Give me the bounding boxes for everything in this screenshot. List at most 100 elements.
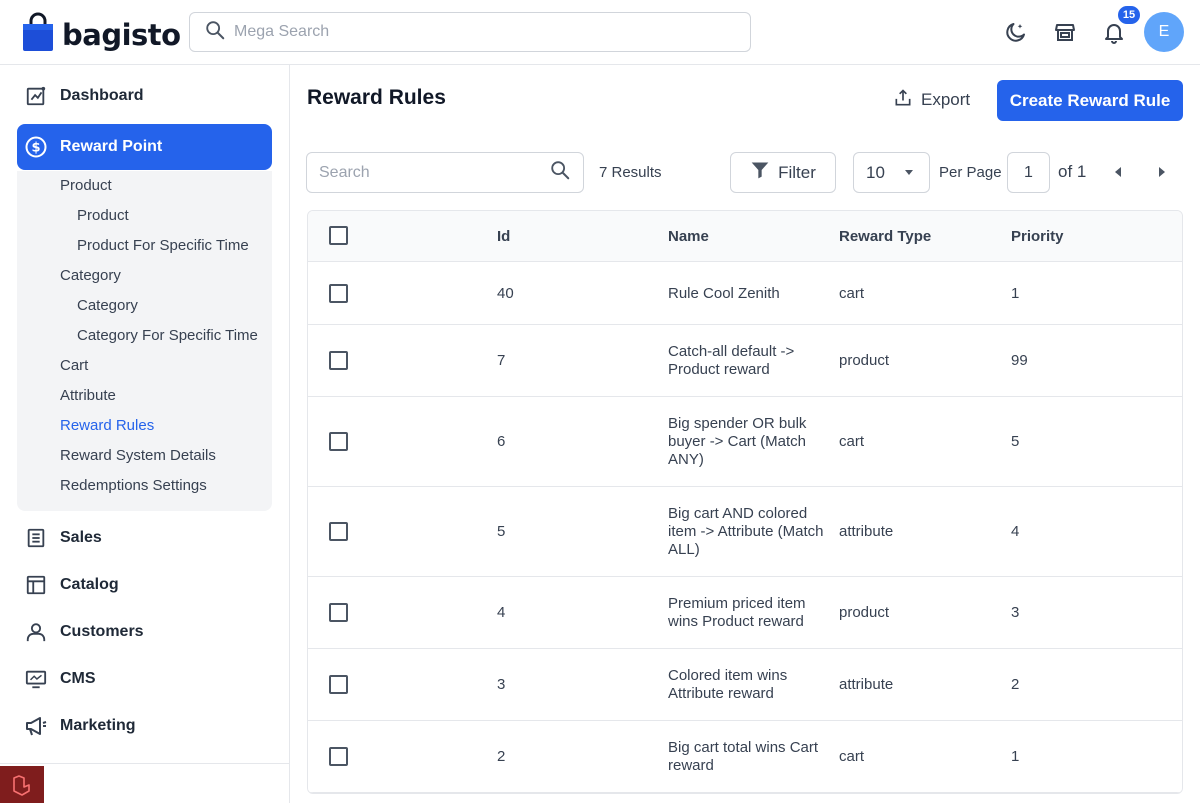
cell-reward-type: attribute xyxy=(839,676,894,693)
submenu-category[interactable]: Category xyxy=(77,296,138,316)
row-checkbox[interactable] xyxy=(329,351,348,370)
select-all-checkbox[interactable] xyxy=(329,226,348,245)
cell-id: 5 xyxy=(497,523,506,540)
table-row[interactable]: 2 Big cart total wins Cart reward cart 1 xyxy=(308,721,1182,793)
user-icon xyxy=(24,620,48,644)
cell-reward-type: cart xyxy=(839,285,865,302)
per-page-select[interactable]: 10 xyxy=(853,152,930,193)
column-header-name[interactable]: Name xyxy=(668,228,709,245)
sidebar-item-reward-point[interactable]: $ Reward Point xyxy=(17,124,272,170)
sidebar-label: Catalog xyxy=(60,576,119,593)
row-checkbox[interactable] xyxy=(329,603,348,622)
filter-label: Filter xyxy=(778,162,816,182)
cell-reward-type: cart xyxy=(839,748,865,765)
sidebar-item-customers[interactable]: Customers xyxy=(17,609,272,655)
cell-priority: 4 xyxy=(1011,523,1020,540)
sidebar-item-marketing[interactable]: Marketing xyxy=(17,703,272,749)
shopping-bag-icon xyxy=(22,12,54,57)
sidebar: Dashboard $ Reward Point Product Product… xyxy=(0,65,290,803)
submenu-product-group[interactable]: Product xyxy=(60,176,112,196)
create-reward-rule-button[interactable]: Create Reward Rule xyxy=(997,80,1183,121)
cell-id: 4 xyxy=(497,604,506,621)
page-number-input[interactable] xyxy=(1007,152,1050,193)
table-row[interactable]: 5 Big cart AND colored item -> Attribute… xyxy=(308,487,1182,577)
cell-name: Rule Cool Zenith xyxy=(668,285,780,302)
funnel-icon xyxy=(750,160,770,185)
reward-rules-table: Id Name Reward Type Priority 40 Rule Coo… xyxy=(307,210,1183,794)
cell-name: Premium priced item wins Product reward xyxy=(668,595,806,630)
caret-down-icon xyxy=(903,163,915,183)
upload-icon xyxy=(893,88,913,113)
table-row[interactable]: 7 Catch-all default -> Product reward pr… xyxy=(308,325,1182,397)
submenu-reward-system-details[interactable]: Reward System Details xyxy=(60,446,216,466)
megaphone-icon xyxy=(24,714,48,738)
brand-logo[interactable]: bagisto xyxy=(22,12,181,57)
export-label: Export xyxy=(921,90,971,109)
sidebar-label: Sales xyxy=(60,529,102,546)
cell-name: Big spender OR bulk buyer -> Cart (Match… xyxy=(668,415,807,468)
search-icon[interactable] xyxy=(549,159,571,186)
laravel-debug-icon[interactable] xyxy=(0,766,44,803)
cell-priority: 1 xyxy=(1011,285,1020,302)
filter-button[interactable]: Filter xyxy=(730,152,836,193)
sidebar-label: CMS xyxy=(60,670,96,687)
export-button[interactable]: Export xyxy=(893,86,970,114)
cell-priority: 2 xyxy=(1011,676,1020,693)
sidebar-item-sales[interactable]: Sales xyxy=(17,515,272,561)
sidebar-label: Customers xyxy=(60,623,144,640)
sidebar-item-catalog[interactable]: Catalog xyxy=(17,562,272,608)
column-header-priority[interactable]: Priority xyxy=(1011,228,1064,245)
dark-mode-icon[interactable] xyxy=(1003,19,1029,45)
submenu-category-group[interactable]: Category xyxy=(60,266,121,286)
submenu-product[interactable]: Product xyxy=(77,206,129,226)
top-header: bagisto 15 E xyxy=(0,0,1200,65)
storefront-icon[interactable] xyxy=(1052,19,1078,45)
row-checkbox[interactable] xyxy=(329,675,348,694)
sidebar-divider xyxy=(0,763,290,764)
row-checkbox[interactable] xyxy=(329,284,348,303)
per-page-value: 10 xyxy=(866,162,885,182)
submenu-attribute[interactable]: Attribute xyxy=(60,386,116,406)
brand-name: bagisto xyxy=(62,17,181,52)
table-row[interactable]: 4 Premium priced item wins Product rewar… xyxy=(308,577,1182,649)
cell-reward-type: cart xyxy=(839,433,865,450)
search-icon xyxy=(204,19,226,46)
table-row[interactable]: 3 Colored item wins Attribute reward att… xyxy=(308,649,1182,721)
cell-name: Big cart total wins Cart reward xyxy=(668,739,819,774)
cell-id: 40 xyxy=(497,285,514,302)
sidebar-item-dashboard[interactable]: Dashboard xyxy=(17,73,272,119)
sidebar-item-cms[interactable]: CMS xyxy=(17,656,272,702)
submenu-category-specific-time[interactable]: Category For Specific Time xyxy=(77,326,258,346)
page-total-label: of 1 xyxy=(1058,162,1087,181)
column-header-reward-type[interactable]: Reward Type xyxy=(839,228,931,245)
table-row[interactable]: 40 Rule Cool Zenith cart 1 xyxy=(308,262,1182,325)
sidebar-label: Dashboard xyxy=(60,87,144,104)
submenu-product-specific-time[interactable]: Product For Specific Time xyxy=(77,236,249,256)
cell-reward-type: product xyxy=(839,604,890,621)
column-header-id[interactable]: Id xyxy=(497,228,510,245)
submenu-redemptions-settings[interactable]: Redemptions Settings xyxy=(60,476,207,496)
submenu-reward-rules[interactable]: Reward Rules xyxy=(60,416,154,436)
previous-page-icon[interactable] xyxy=(1109,163,1127,181)
svg-text:$: $ xyxy=(31,141,40,156)
results-count: 7 Results xyxy=(599,164,662,181)
table-header: Id Name Reward Type Priority xyxy=(308,211,1182,262)
mega-search-box[interactable] xyxy=(189,12,751,52)
user-avatar[interactable]: E xyxy=(1144,12,1184,52)
cell-name: Big cart AND colored item -> Attribute (… xyxy=(668,505,824,558)
cell-priority: 99 xyxy=(1011,352,1028,369)
row-checkbox[interactable] xyxy=(329,432,348,451)
mega-search-input[interactable] xyxy=(234,23,714,41)
page-title: Reward Rules xyxy=(307,86,446,109)
datagrid-search-input[interactable] xyxy=(319,163,529,182)
submenu-cart[interactable]: Cart xyxy=(60,356,88,376)
table-row[interactable]: 6 Big spender OR bulk buyer -> Cart (Mat… xyxy=(308,397,1182,487)
row-checkbox[interactable] xyxy=(329,522,348,541)
cell-id: 7 xyxy=(497,352,506,369)
next-page-icon[interactable] xyxy=(1153,163,1171,181)
cell-reward-type: product xyxy=(839,352,890,369)
notification-badge: 15 xyxy=(1116,4,1142,26)
cell-name: Colored item wins Attribute reward xyxy=(668,667,788,702)
datagrid-search-box[interactable] xyxy=(306,152,584,193)
row-checkbox[interactable] xyxy=(329,747,348,766)
